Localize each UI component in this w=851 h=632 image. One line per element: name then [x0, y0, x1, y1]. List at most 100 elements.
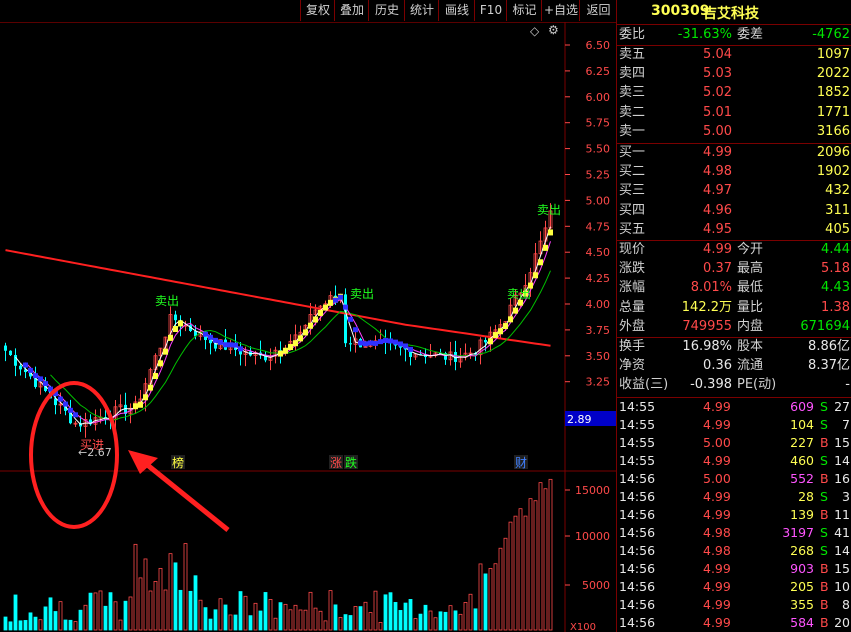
- volume-bar: [503, 537, 508, 631]
- trend-ribbon-yellow: [143, 394, 148, 401]
- stock-code: 300309: [651, 3, 710, 19]
- toolbar-button-4[interactable]: 画线: [438, 0, 475, 21]
- volume-bar: [453, 610, 458, 631]
- weibi-value: -31.63%: [677, 27, 732, 42]
- tick-count: 8: [842, 597, 850, 612]
- stat-label: 总量: [619, 299, 646, 315]
- volume-bar: [243, 595, 248, 631]
- volume-bar: [3, 616, 8, 631]
- stat-label: 收益(三): [619, 377, 669, 393]
- volume-bar: [533, 500, 538, 631]
- trend-ribbon-blue: [33, 373, 38, 379]
- price-axis-label: 4.25: [586, 272, 611, 285]
- toolbar-button-2[interactable]: 历史: [368, 0, 405, 21]
- tick-volume: 139: [790, 507, 814, 522]
- bid-row: 买五 4.95 405: [617, 221, 851, 239]
- volume-bar: [8, 621, 13, 631]
- volume-unit: X100: [570, 622, 596, 632]
- sell-signal: 卖出: [155, 294, 179, 308]
- trend-ribbon-blue: [38, 376, 43, 382]
- volume-bar: [223, 604, 228, 631]
- volume-bar: [98, 590, 103, 631]
- trend-ribbon-blue: [403, 343, 408, 349]
- stat-label: 现价: [619, 242, 646, 257]
- tick-volume: 903: [790, 561, 814, 576]
- tick-price: 4.99: [703, 615, 731, 630]
- volume-bar: [208, 618, 213, 631]
- sell-signal: 卖出: [507, 287, 531, 301]
- tick-count: 15: [834, 435, 850, 450]
- trend-ribbon-yellow: [493, 332, 498, 339]
- volume-bar: [363, 601, 368, 631]
- tick-count: 15: [834, 561, 850, 576]
- volume-bar: [273, 617, 278, 631]
- bid-price: 4.96: [703, 202, 732, 218]
- trend-ribbon-blue: [353, 327, 358, 333]
- volume-bar: [248, 615, 253, 631]
- tick-count: 14: [834, 453, 850, 468]
- ask-row: 卖五 5.04 1097: [617, 46, 851, 64]
- stat-row: 涨跌 0.37 最高 5.18: [617, 260, 851, 278]
- volume-bar: [88, 592, 93, 631]
- tick-time: 14:56: [619, 561, 656, 576]
- ask-label: 卖四: [619, 66, 646, 82]
- diamond-icon[interactable]: ◇: [530, 24, 539, 38]
- stat-label: 涨幅: [619, 280, 646, 296]
- volume-bar: [483, 573, 488, 631]
- tick-row: 14:56 4.99 205 B 10: [617, 578, 851, 596]
- stat-value: 8.86亿: [808, 339, 850, 354]
- tick-price: 4.99: [703, 399, 731, 414]
- stat-label: 股本: [737, 339, 764, 354]
- volume-bar: [123, 600, 128, 631]
- volume-bar: [528, 498, 533, 631]
- toolbar-button-8[interactable]: 返回: [579, 0, 617, 21]
- toolbar-button-3[interactable]: 统计: [404, 0, 439, 21]
- settings-icon[interactable]: ⚙: [548, 23, 559, 37]
- stat-value: 749955: [682, 318, 732, 334]
- volume-axis-label: 15000: [575, 484, 610, 497]
- tick-volume: 355: [790, 597, 814, 612]
- tick-volume: 3197: [782, 525, 814, 540]
- trend-ribbon-yellow: [303, 329, 308, 336]
- tick-row: 14:56 4.99 139 B 11: [617, 506, 851, 524]
- candle-body: [19, 365, 22, 370]
- tick-volume: 104: [790, 417, 814, 432]
- trend-ribbon-blue: [58, 396, 63, 402]
- toolbar-button-5[interactable]: F10: [474, 0, 507, 21]
- stat-value: 1.38: [821, 299, 850, 315]
- tick-side: B: [820, 561, 829, 576]
- trend-ribbon-yellow: [148, 384, 153, 391]
- volume-bar: [288, 609, 293, 631]
- volume-bar: [443, 611, 448, 631]
- event-label: 涨: [330, 455, 342, 470]
- bid-volume: 432: [825, 183, 850, 199]
- trend-ribbon-yellow: [168, 334, 173, 341]
- volume-bar: [508, 521, 513, 631]
- volume-bar: [298, 609, 303, 631]
- trend-ribbon-yellow: [133, 403, 138, 410]
- stat-value: 4.44: [821, 242, 850, 257]
- trend-ribbon-blue: [358, 340, 363, 346]
- kline-chart[interactable]: 6.50 6.25 6.00 5.75 5.50 5.25 5.00 4.75 4.50 4.25…: [0, 22, 616, 632]
- trend-ribbon-blue: [343, 304, 348, 310]
- toolbar-button-6[interactable]: 标记: [506, 0, 542, 21]
- volume-bar: [193, 575, 198, 631]
- volume-bar: [488, 567, 493, 631]
- volume-bar: [188, 590, 193, 631]
- toolbar-button-0[interactable]: 复权: [300, 0, 335, 21]
- trend-ribbon-blue: [203, 331, 208, 337]
- stat-value: 4.99: [703, 242, 732, 257]
- volume-bar: [133, 543, 138, 631]
- volume-axis-label: 10000: [575, 530, 610, 543]
- tick-row: 14:55 4.99 460 S 14: [617, 452, 851, 470]
- toolbar-button-7[interactable]: +自选: [541, 0, 580, 21]
- toolbar-button-1[interactable]: 叠加: [334, 0, 369, 21]
- current-price-value: 2.89: [567, 413, 592, 426]
- tick-count: 3: [842, 489, 850, 504]
- tick-row: 14:56 5.00 552 B 16: [617, 470, 851, 488]
- stat-label: 换手: [619, 339, 646, 354]
- stat-row: 总量 142.2万 量比 1.38: [617, 299, 851, 317]
- volume-bar: [428, 610, 433, 631]
- candle-body: [484, 339, 487, 343]
- trend-ribbon-blue: [228, 342, 233, 348]
